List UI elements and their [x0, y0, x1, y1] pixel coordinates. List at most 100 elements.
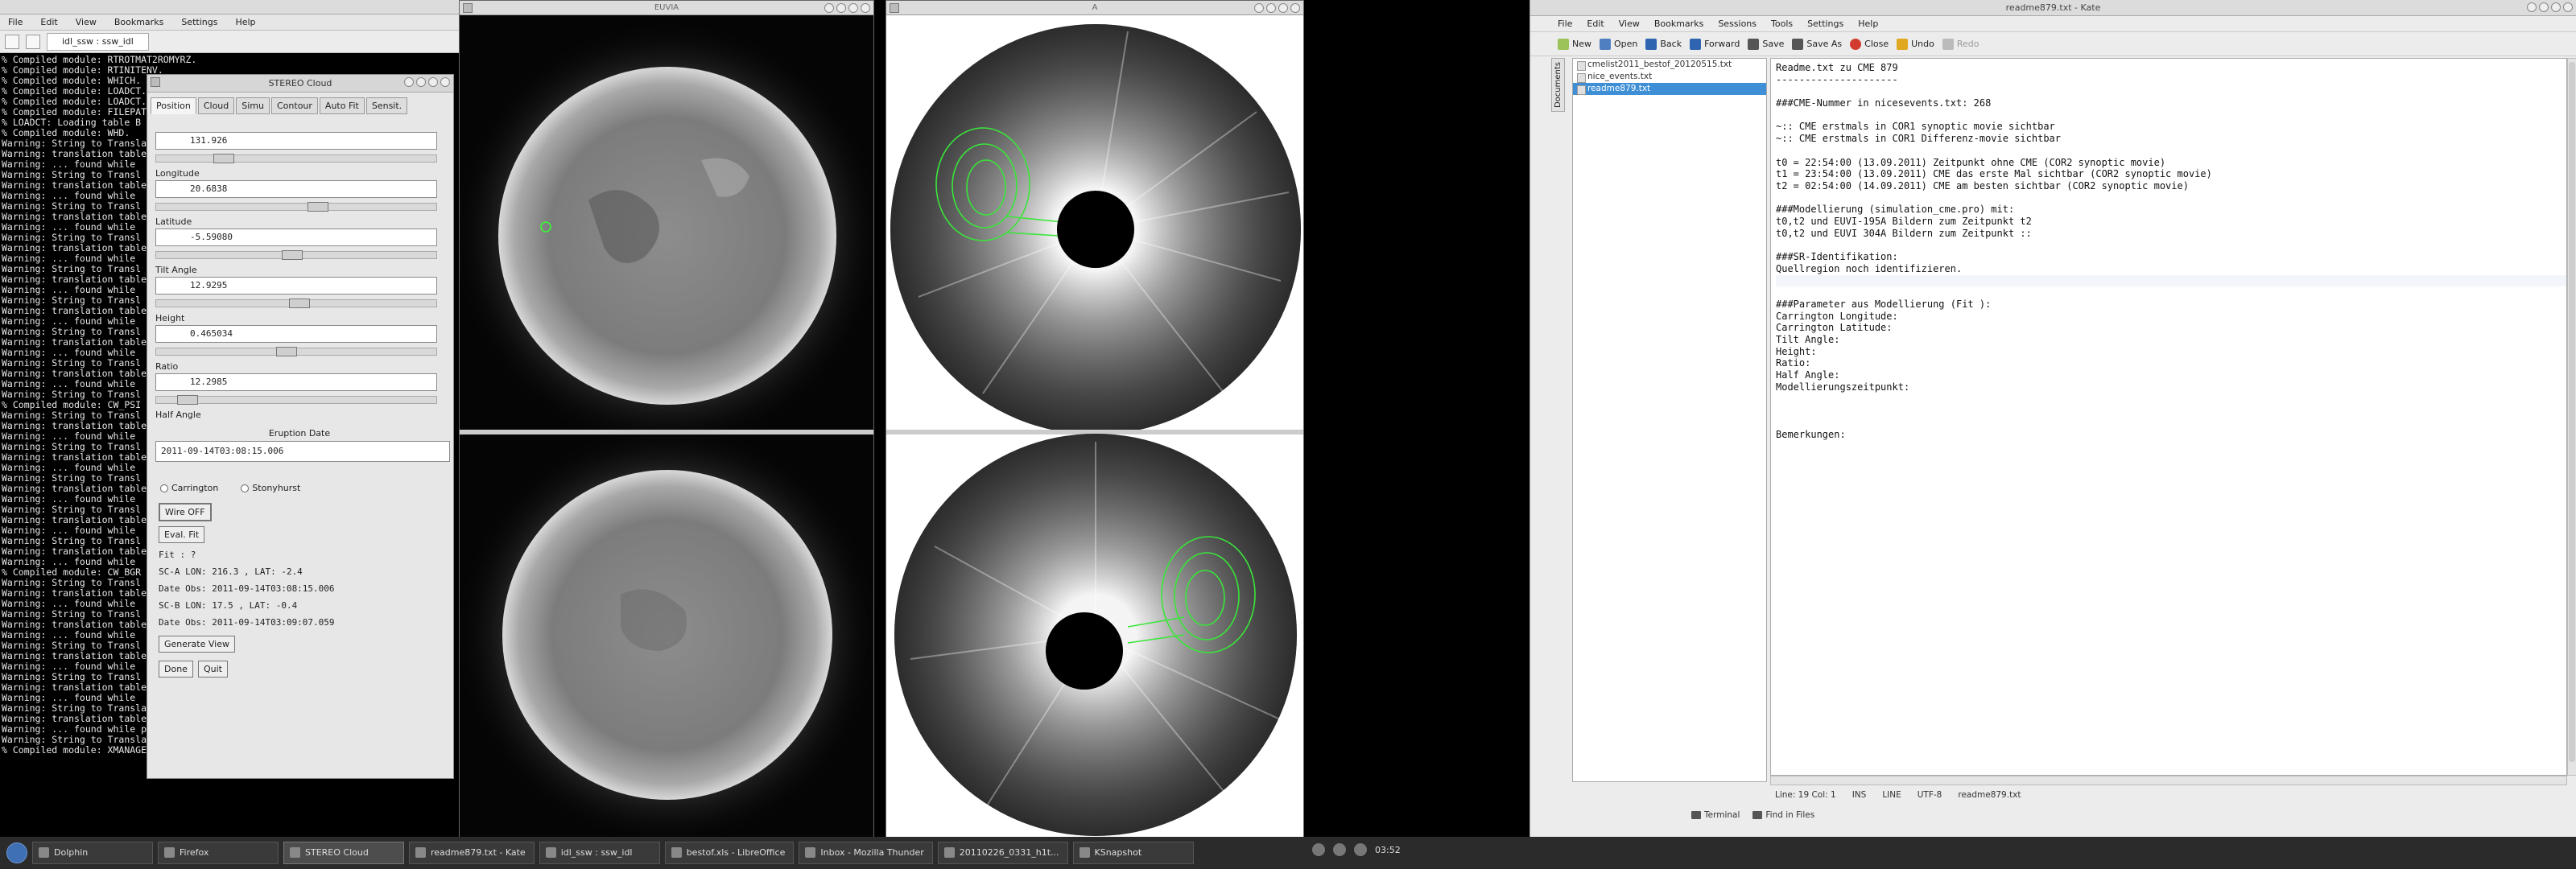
window-menu-icon[interactable]: [463, 3, 473, 13]
kate-menu-bookmarks[interactable]: Bookmarks: [1654, 16, 1703, 31]
network-icon[interactable]: [1312, 843, 1325, 856]
eruption-date-field[interactable]: 2011-09-14T03:08:15.006: [155, 441, 450, 462]
slider-thumb[interactable]: [289, 299, 311, 308]
find-in-files-button[interactable]: Find in Files: [1752, 806, 1814, 824]
tab-cloud[interactable]: Cloud: [197, 97, 235, 114]
terminal-tab[interactable]: idl_ssw : ssw_idl: [47, 32, 149, 51]
task-libreoffice[interactable]: bestof.xls - LibreOffice: [664, 842, 795, 864]
horizontal-scrollbar[interactable]: [1770, 776, 2567, 785]
param-value-field[interactable]: -5.59080: [155, 229, 437, 246]
open-button[interactable]: Open: [1600, 38, 1637, 50]
encoding[interactable]: UTF-8: [1918, 787, 1942, 803]
slider-thumb[interactable]: [176, 395, 198, 405]
tab-simu[interactable]: Simu: [236, 97, 270, 114]
param-value-field[interactable]: 131.926: [155, 132, 437, 150]
terminal-menu-bookmarks[interactable]: Bookmarks: [114, 17, 163, 27]
editor-line[interactable]: ---------------------: [1776, 74, 2566, 86]
terminal-menu-settings[interactable]: Settings: [181, 17, 217, 27]
radio-stonyhurst[interactable]: Stonyhurst: [241, 483, 300, 493]
param-slider[interactable]: [155, 347, 437, 356]
editor-line[interactable]: [1776, 274, 2566, 287]
editor-line[interactable]: Readme.txt zu CME 879: [1776, 62, 2566, 74]
selection-mode[interactable]: LINE: [1882, 787, 1901, 803]
kate-menu-sessions[interactable]: Sessions: [1718, 16, 1757, 31]
eval-fit-button[interactable]: Eval. Fit: [159, 526, 205, 543]
param-slider[interactable]: [155, 202, 437, 212]
document-item[interactable]: nice_events.txt: [1573, 71, 1766, 83]
new-tab-icon[interactable]: [5, 34, 19, 49]
radio-carrington[interactable]: Carrington: [160, 483, 218, 493]
text-editor[interactable]: Readme.txt zu CME 879 -------------------…: [1770, 58, 2567, 776]
param-value-field[interactable]: 12.9295: [155, 277, 437, 294]
editor-line[interactable]: Half Angle:: [1776, 369, 2566, 381]
wire-toggle-button[interactable]: Wire OFF: [159, 503, 212, 521]
param-value-field[interactable]: 20.6838: [155, 180, 437, 198]
document-item[interactable]: cmelist2011_bestof_20120515.txt: [1573, 59, 1766, 71]
editor-line[interactable]: t0 = 22:54:00 (13.09.2011) Zeitpunkt ohn…: [1776, 157, 2566, 169]
slider-thumb[interactable]: [281, 250, 303, 260]
kate-menu-tools[interactable]: Tools: [1771, 16, 1793, 31]
editor-line[interactable]: [1776, 393, 2566, 406]
app-launcher-icon[interactable]: [6, 842, 27, 863]
maximize-icon[interactable]: [848, 3, 858, 13]
help-button-icon[interactable]: [824, 3, 834, 13]
new-button[interactable]: New: [1558, 38, 1591, 50]
task-image-viewer[interactable]: 20110226_0331_h1t...: [937, 842, 1068, 864]
param-value-field[interactable]: 12.2985: [155, 373, 437, 391]
euvi-image-canvas[interactable]: [460, 15, 873, 840]
minimize-icon[interactable]: [2539, 2, 2549, 12]
minimize-icon[interactable]: [416, 77, 426, 87]
task-idl-terminal[interactable]: idl_ssw : ssw_idl: [539, 842, 660, 864]
maximize-icon[interactable]: [2551, 2, 2561, 12]
editor-line[interactable]: ###Modellierung (simulation_cme.pro) mit…: [1776, 204, 2566, 216]
editor-line[interactable]: [1776, 192, 2566, 204]
window-menu-icon[interactable]: [151, 77, 160, 87]
help-button-icon[interactable]: [404, 77, 414, 87]
editor-line[interactable]: [1776, 405, 2566, 417]
terminal-menu-edit[interactable]: Edit: [40, 17, 57, 27]
editor-line[interactable]: Quellregion noch identifizieren.: [1776, 263, 2566, 275]
forward-button[interactable]: Forward: [1690, 38, 1740, 50]
editor-line[interactable]: ~:: CME erstmals in COR1 Differenz-movie…: [1776, 133, 2566, 145]
slider-thumb[interactable]: [213, 154, 235, 163]
task-firefox[interactable]: Firefox: [158, 842, 279, 864]
insert-mode[interactable]: INS: [1852, 787, 1867, 803]
editor-line[interactable]: [1776, 85, 2566, 97]
save-button[interactable]: Save: [1748, 38, 1784, 50]
task-stereo-cloud[interactable]: STEREO Cloud: [283, 842, 404, 864]
terminal-menu-view[interactable]: View: [76, 17, 97, 27]
redo-button[interactable]: Redo: [1942, 38, 1979, 50]
editor-line[interactable]: t2 = 02:54:00 (14.09.2011) CME am besten…: [1776, 180, 2566, 192]
close-icon[interactable]: [861, 3, 870, 13]
editor-line[interactable]: [1776, 109, 2566, 121]
task-ksnapshot[interactable]: KSnapshot: [1072, 842, 1194, 864]
editor-line[interactable]: Bemerkungen:: [1776, 429, 2566, 441]
undo-button[interactable]: Undo: [1897, 38, 1934, 50]
kate-menu-settings[interactable]: Settings: [1807, 16, 1843, 31]
editor-line[interactable]: [1776, 286, 2566, 299]
editor-line[interactable]: Height:: [1776, 346, 2566, 358]
save-as-button[interactable]: Save As: [1792, 38, 1842, 50]
close-icon[interactable]: [2563, 2, 2573, 12]
minimize-icon[interactable]: [836, 3, 846, 13]
kate-menu-edit[interactable]: Edit: [1587, 16, 1604, 31]
editor-line[interactable]: ###SR-Identifikation:: [1776, 251, 2566, 263]
tab-position[interactable]: Position: [151, 97, 196, 114]
editor-line[interactable]: Carrington Latitude:: [1776, 322, 2566, 334]
editor-line[interactable]: ###Parameter aus Modellierung (Fit ):: [1776, 299, 2566, 311]
editor-line[interactable]: t0,t2 und EUVI 304A Bildern zum Zeitpunk…: [1776, 228, 2566, 240]
clock[interactable]: 03:52: [1375, 845, 1401, 855]
tab-contour[interactable]: Contour: [271, 97, 318, 114]
tab-auto-fit[interactable]: Auto Fit: [319, 97, 365, 114]
task-thunderbird[interactable]: Inbox - Mozilla Thunder: [799, 842, 933, 864]
editor-line[interactable]: [1776, 145, 2566, 157]
slider-thumb[interactable]: [276, 347, 298, 356]
close-doc-button[interactable]: Close: [1850, 38, 1889, 50]
editor-line[interactable]: [1776, 417, 2566, 429]
done-button[interactable]: Done: [159, 661, 193, 677]
editor-line[interactable]: Ratio:: [1776, 357, 2566, 369]
kate-menu-help[interactable]: Help: [1858, 16, 1878, 31]
editor-line[interactable]: [1776, 239, 2566, 251]
tab-sensit[interactable]: Sensit.: [365, 97, 408, 114]
maximize-icon[interactable]: [428, 77, 438, 87]
